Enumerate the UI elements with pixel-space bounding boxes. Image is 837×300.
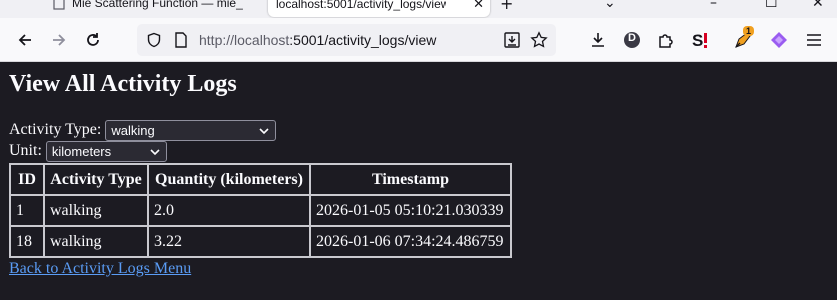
column-header-quantity: Quantity (kilometers)	[148, 164, 310, 195]
cell-activity-type: walking	[44, 226, 148, 257]
activity-type-row: Activity Type: walking	[9, 119, 277, 141]
tab-activity-logs[interactable]: localhost:5001/activity_logs/view ✕	[268, 0, 490, 17]
extensions-puzzle-icon[interactable]	[656, 30, 676, 50]
address-bar[interactable]: http://localhost:5001/activity_logs/view	[137, 24, 556, 56]
unit-select[interactable]: kilometers	[45, 140, 167, 162]
cell-quantity: 3.22	[148, 226, 310, 257]
cell-timestamp: 2026-01-06 07:34:24.486759	[310, 226, 511, 257]
unit-row: Unit: kilometers	[9, 140, 167, 162]
tab-mie-scattering[interactable]: Mie Scattering Function — mie_	[50, 0, 265, 15]
cell-timestamp: 2026-01-05 05:10:21.030339	[310, 195, 511, 226]
page-icon[interactable]	[172, 31, 190, 49]
page-content: View All Activity Logs Activity Type: wa…	[0, 62, 837, 300]
page-title: View All Activity Logs	[9, 71, 237, 97]
close-window-icon[interactable]: ✕	[812, 0, 824, 11]
tab-title: localhost:5001/activity_logs/view	[276, 0, 446, 11]
diamond-extension-icon[interactable]	[769, 30, 789, 50]
back-arrow-icon[interactable]	[15, 30, 35, 50]
chevron-down-icon	[150, 148, 160, 155]
reader-view-icon[interactable]	[503, 31, 521, 49]
cell-quantity: 2.0	[148, 195, 310, 226]
chevron-down-icon	[259, 127, 269, 134]
unit-label: Unit:	[9, 142, 42, 159]
maximize-icon[interactable]: ☐	[765, 0, 778, 11]
url-path: :5001/activity_logs/view	[289, 32, 437, 48]
new-tab-icon[interactable]: +	[500, 0, 513, 13]
s-extension-icon[interactable]: S	[690, 30, 710, 50]
cell-activity-type: walking	[44, 195, 148, 226]
table-header-row: ID Activity Type Quantity (kilometers) T…	[10, 164, 511, 195]
url-text[interactable]: http://localhost:5001/activity_logs/view	[199, 32, 436, 48]
url-host: http://localhost	[199, 32, 290, 48]
extension-badge: 1	[743, 26, 755, 36]
shield-icon[interactable]	[145, 31, 163, 49]
navigation-toolbar: http://localhost:5001/activity_logs/view…	[0, 18, 837, 62]
table-row: 1 walking 2.0 2026-01-05 05:10:21.030339	[10, 195, 511, 226]
back-to-menu-link[interactable]: Back to Activity Logs Menu	[9, 260, 191, 278]
cell-id: 18	[10, 226, 44, 257]
svg-text:S: S	[692, 31, 703, 50]
profile-avatar[interactable]: D	[622, 30, 642, 50]
column-header-activity-type: Activity Type	[44, 164, 148, 195]
column-header-timestamp: Timestamp	[310, 164, 511, 195]
download-icon[interactable]	[588, 30, 608, 50]
forward-arrow-icon[interactable]	[49, 30, 69, 50]
ink-pen-extension-icon[interactable]: 1	[733, 26, 755, 50]
bookmark-star-icon[interactable]	[530, 31, 548, 49]
column-header-id: ID	[10, 164, 44, 195]
document-icon	[53, 0, 65, 10]
chevron-down-icon[interactable]: ⌄	[604, 0, 616, 11]
cell-id: 1	[10, 195, 44, 226]
activity-logs-table: ID Activity Type Quantity (kilometers) T…	[9, 163, 512, 258]
table-row: 18 walking 3.22 2026-01-06 07:34:24.4867…	[10, 226, 511, 257]
tab-strip: Mie Scattering Function — mie_ localhost…	[0, 0, 837, 18]
activity-type-label: Activity Type:	[9, 121, 102, 138]
unit-value: kilometers	[51, 143, 112, 159]
close-tab-icon[interactable]: ✕	[473, 0, 484, 12]
activity-type-value: walking	[111, 122, 155, 138]
reload-icon[interactable]	[83, 30, 103, 50]
minimize-icon[interactable]: –	[710, 0, 717, 11]
activity-type-select[interactable]: walking	[105, 119, 277, 141]
tab-title: Mie Scattering Function — mie_	[72, 0, 243, 10]
menu-icon[interactable]	[804, 30, 824, 50]
profile-initial: D	[628, 32, 636, 44]
